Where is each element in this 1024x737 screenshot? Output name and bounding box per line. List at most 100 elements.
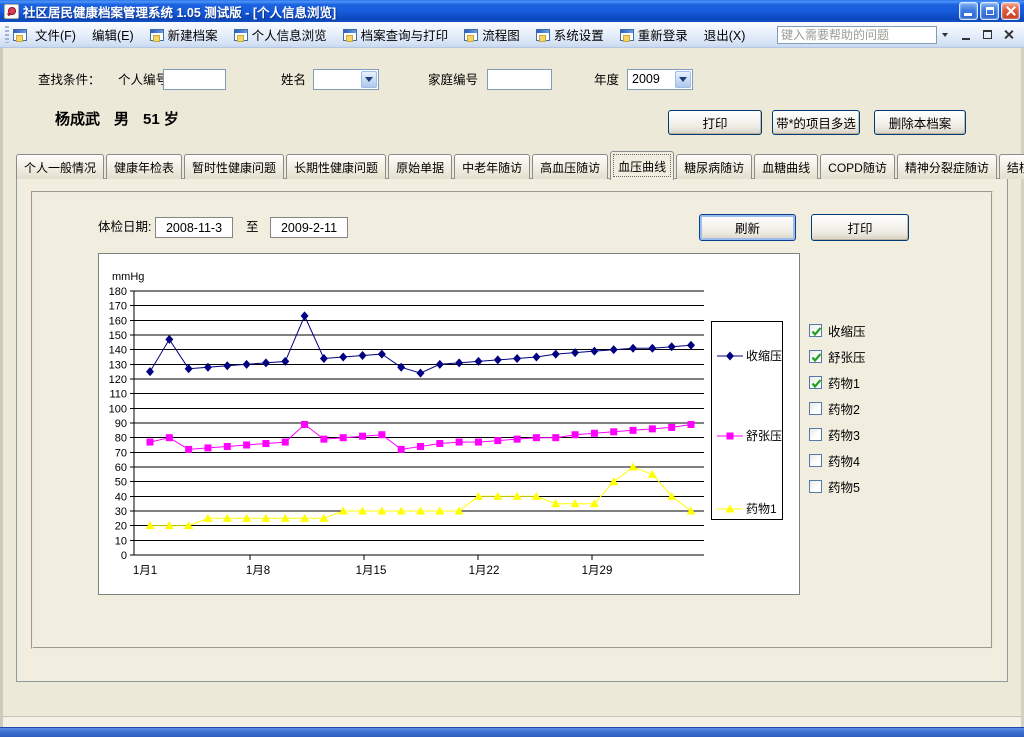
series-toggle-3[interactable]: 药物2 — [809, 402, 866, 415]
svg-text:180: 180 — [109, 286, 127, 298]
minimize-button[interactable] — [959, 2, 978, 20]
menu-item-5[interactable]: 流程图 — [456, 24, 528, 46]
window-title: 社区居民健康档案管理系统 1.05 测试版 - [个人信息浏览] — [23, 2, 959, 21]
triangle-marker — [184, 521, 193, 529]
menu-item-6[interactable]: 系统设置 — [528, 24, 612, 46]
tab-8[interactable]: 糖尿病随访 — [676, 154, 752, 179]
svg-text:90: 90 — [115, 418, 127, 430]
chart-legend: 收缩压舒张压药物1 — [712, 322, 783, 520]
tab-0[interactable]: 个人一般情况 — [16, 154, 104, 179]
menu-item-4[interactable]: 档案查询与打印 — [335, 24, 457, 46]
diamond-marker — [590, 347, 598, 356]
series-toggle-2[interactable]: 药物1 — [809, 376, 866, 389]
print-record-button[interactable]: 打印 — [668, 110, 762, 135]
toolbar-grip-icon[interactable] — [5, 26, 9, 43]
diamond-marker — [610, 345, 618, 354]
chevron-down-icon[interactable] — [361, 71, 377, 88]
square-marker — [320, 436, 327, 443]
triangle-marker — [146, 521, 155, 529]
series-toggle-1[interactable]: 舒张压 — [809, 350, 866, 363]
square-marker — [204, 444, 211, 451]
svg-text:120: 120 — [109, 374, 127, 386]
client-area: 查找条件： 个人编号 姓名 家庭编号 年度 2009 杨成武 男 51 岁 打印… — [0, 48, 1024, 727]
tab-3[interactable]: 长期性健康问题 — [286, 154, 386, 179]
titlebar: 社区居民健康档案管理系统 1.05 测试版 - [个人信息浏览] — [0, 0, 1024, 22]
app-icon — [4, 4, 19, 19]
tabstrip: 个人一般情况健康年检表暂时性健康问题长期性健康问题原始单据中老年随访高血压随访血… — [16, 150, 1024, 179]
tab-4[interactable]: 原始单据 — [388, 154, 452, 179]
checkbox-checked-icon[interactable] — [809, 324, 822, 337]
square-marker — [301, 421, 308, 428]
checkbox-unchecked-icon[interactable] — [809, 402, 822, 415]
diamond-marker — [185, 364, 193, 373]
multi-select-button[interactable]: 带*的项目多选 — [772, 110, 860, 135]
date-from-field[interactable]: 2008-11-3 — [155, 217, 233, 238]
tab-9[interactable]: 血糖曲线 — [754, 154, 818, 179]
series-toggle-0[interactable]: 收缩压 — [809, 324, 866, 337]
svg-text:160: 160 — [109, 315, 127, 327]
delete-record-button[interactable]: 删除本档案 — [874, 110, 966, 135]
bp-chart-svg: 0102030405060708090100110120130140150160… — [99, 254, 799, 594]
menu-item-1[interactable]: 编辑(E) — [84, 24, 142, 46]
menu-item-label: 个人信息浏览 — [252, 25, 327, 44]
diamond-marker — [629, 344, 637, 353]
mdi-restore-button[interactable] — [979, 27, 995, 42]
square-marker — [456, 439, 463, 446]
checkbox-unchecked-icon[interactable] — [809, 480, 822, 493]
restore-icon — [983, 30, 992, 39]
name-select[interactable] — [313, 69, 379, 90]
mdi-close-button[interactable] — [1000, 27, 1016, 42]
tab-10[interactable]: COPD随访 — [820, 154, 895, 179]
checkbox-checked-icon[interactable] — [809, 350, 822, 363]
form-window-icon — [464, 29, 478, 41]
series-toggle-6[interactable]: 药物5 — [809, 480, 866, 493]
diamond-marker — [436, 360, 444, 369]
menu-item-0[interactable]: 文件(F) — [27, 24, 84, 46]
chart-group-panel: 体检日期: 2008-11-3 至 2009-2-11 刷新 打印 010203… — [31, 191, 993, 649]
personal-id-input[interactable] — [163, 69, 226, 90]
tab-page-bp-curve: 体检日期: 2008-11-3 至 2009-2-11 刷新 打印 010203… — [16, 178, 1008, 682]
tab-11[interactable]: 精神分裂症随访 — [897, 154, 997, 179]
menu-item-label: 重新登录 — [638, 25, 688, 44]
menubar: 文件(F) 编辑(E)新建档案 个人信息浏览档案查询与打印流程图系统设置 重新登录退出… — [0, 22, 1024, 48]
diamond-marker — [513, 354, 521, 363]
tab-2[interactable]: 暂时性健康问题 — [184, 154, 284, 179]
menu-item-2[interactable]: 新建档案 — [142, 24, 226, 46]
svg-text:60: 60 — [115, 462, 127, 474]
family-id-input[interactable] — [487, 69, 552, 90]
tab-6[interactable]: 高血压随访 — [532, 154, 608, 179]
mdi-minimize-button[interactable] — [958, 27, 974, 42]
checkbox-checked-icon[interactable] — [809, 376, 822, 389]
svg-text:150: 150 — [109, 330, 127, 342]
tab-7[interactable]: 血压曲线 — [610, 151, 674, 180]
diamond-marker — [301, 311, 309, 320]
restore-button[interactable] — [980, 2, 999, 20]
close-button[interactable] — [1001, 2, 1020, 20]
series-toggle-4[interactable]: 药物3 — [809, 428, 866, 441]
menu-item-3[interactable]: 个人信息浏览 — [226, 24, 335, 46]
year-select[interactable]: 2009 — [627, 69, 693, 90]
exam-date-label: 体检日期: — [98, 216, 151, 238]
tab-12[interactable]: 结核病随访 — [999, 154, 1024, 179]
menu-item-7[interactable]: 重新登录 — [612, 24, 696, 46]
square-marker — [475, 439, 482, 446]
series-toggle-5[interactable]: 药物4 — [809, 454, 866, 467]
tab-1[interactable]: 健康年检表 — [106, 154, 182, 179]
series-diamond — [146, 311, 695, 377]
patient-age: 51 岁 — [143, 108, 179, 129]
menu-item-8[interactable]: 退出(X) — [696, 24, 754, 46]
checkbox-unchecked-icon[interactable] — [809, 454, 822, 467]
chevron-down-icon[interactable] — [675, 71, 691, 88]
svg-text:170: 170 — [109, 301, 127, 313]
help-dropdown-icon[interactable] — [939, 27, 950, 43]
svg-text:30: 30 — [115, 506, 127, 518]
refresh-button[interactable]: 刷新 — [699, 214, 796, 241]
date-to-field[interactable]: 2009-2-11 — [270, 217, 348, 238]
tab-5[interactable]: 中老年随访 — [454, 154, 530, 179]
print-chart-button[interactable]: 打印 — [811, 214, 909, 241]
svg-text:70: 70 — [115, 447, 127, 459]
square-marker — [591, 430, 598, 437]
menu-item-label: 文件(F) — [35, 25, 76, 44]
help-search-input[interactable]: 键入需要帮助的问题 — [777, 26, 937, 44]
checkbox-unchecked-icon[interactable] — [809, 428, 822, 441]
